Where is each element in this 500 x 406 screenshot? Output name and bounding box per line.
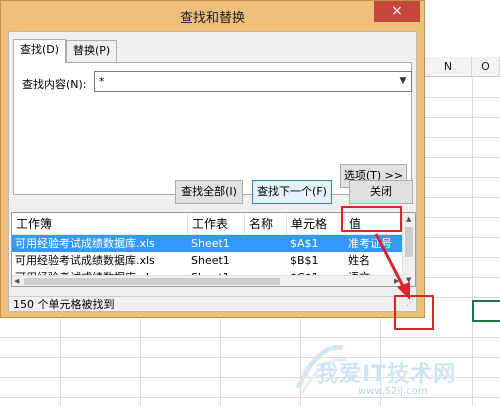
- row-workbook: 可用经验考试成绩数据库.xls: [15, 254, 155, 267]
- row-value: 准考证号: [348, 237, 392, 250]
- find-replace-dialog: 查找和替换 × 查找(D) 替换(P) 查找内容(N): * ▼ 选项(T) >…: [0, 0, 425, 318]
- find-all-button[interactable]: 查找全部(I): [175, 180, 243, 204]
- find-next-button[interactable]: 查找下一个(F): [252, 180, 332, 204]
- gridline: [60, 318, 61, 406]
- row-sheet: Sheet1: [191, 254, 230, 267]
- annotation-box-resize-grip: [394, 295, 434, 330]
- table-row[interactable]: 可用经验考试成绩数据库.xls Sheet1 $B$1 姓名: [12, 252, 404, 269]
- horizontal-scrollbar[interactable]: ◀ ▶: [12, 275, 404, 286]
- gridline: [425, 197, 500, 198]
- column-header-name[interactable]: 名称: [245, 213, 287, 235]
- close-icon[interactable]: ×: [374, 1, 420, 22]
- chevron-down-icon[interactable]: ▼: [395, 72, 411, 91]
- scroll-down-icon[interactable]: ▼: [406, 275, 411, 285]
- row-name: [245, 235, 287, 252]
- gridline: [425, 117, 500, 118]
- gridline: [425, 177, 500, 178]
- row-workbook: 可用经验考试成绩数据库.xls: [15, 237, 155, 250]
- column-header-cell[interactable]: 单元格: [287, 213, 345, 235]
- watermark: 我爱IT技术网 www.52ij.com: [288, 338, 488, 400]
- annotation-box-value-column: [341, 206, 402, 232]
- column-header-o[interactable]: O: [472, 57, 500, 77]
- watermark-url: www.52ij.com: [358, 386, 428, 397]
- gridline: [425, 257, 500, 258]
- column-header-workbook[interactable]: 工作簿: [12, 213, 188, 235]
- gridline: [425, 217, 500, 218]
- watermark-text: 我爱IT技术网: [316, 362, 457, 387]
- row-cell: $B$1: [290, 254, 319, 267]
- row-name: [245, 252, 287, 269]
- dialog-client-area: 查找(D) 替换(P) 查找内容(N): * ▼ 选项(T) >> 查找全部(I…: [8, 31, 417, 312]
- gridline: [425, 277, 500, 278]
- table-row[interactable]: 可用经验考试成绩数据库.xls Sheet1 $A$1 准考证号: [12, 235, 404, 252]
- find-tab-panel: 查找内容(N): * ▼ 选项(T) >>: [13, 62, 412, 195]
- row-sheet: Sheet1: [191, 237, 230, 250]
- dialog-titlebar[interactable]: 查找和替换 ×: [1, 1, 424, 31]
- scroll-right-icon[interactable]: ▶: [394, 276, 399, 286]
- close-button[interactable]: 关闭: [349, 180, 413, 204]
- column-header-sheet[interactable]: 工作表: [188, 213, 245, 235]
- column-header-n[interactable]: N: [425, 57, 472, 77]
- gridline: [425, 137, 500, 138]
- status-text: 150 个单元格被找到: [13, 298, 115, 311]
- tab-find[interactable]: 查找(D): [13, 39, 67, 63]
- vertical-scroll-thumb[interactable]: [405, 227, 413, 257]
- status-bar: 150 个单元格被找到 ⋰: [9, 296, 416, 312]
- row-cell: $A$1: [290, 237, 319, 250]
- row-value: 姓名: [348, 254, 370, 267]
- scroll-left-icon[interactable]: ◀: [14, 276, 19, 286]
- gridline: [140, 318, 141, 406]
- gridline: [425, 297, 500, 298]
- find-what-value: *: [99, 75, 105, 88]
- tab-replace[interactable]: 替换(P): [66, 40, 118, 62]
- dialog-title: 查找和替换: [179, 11, 245, 26]
- horizontal-scroll-thumb[interactable]: [24, 278, 280, 285]
- find-what-input[interactable]: * ▼: [94, 71, 412, 92]
- gridline: [220, 318, 221, 406]
- find-what-label: 查找内容(N):: [22, 78, 87, 91]
- gridline: [425, 97, 500, 98]
- gridline: [425, 237, 500, 238]
- scroll-up-icon[interactable]: ▲: [406, 214, 411, 224]
- gridline: [425, 157, 500, 158]
- active-cell-cursor[interactable]: [472, 300, 500, 322]
